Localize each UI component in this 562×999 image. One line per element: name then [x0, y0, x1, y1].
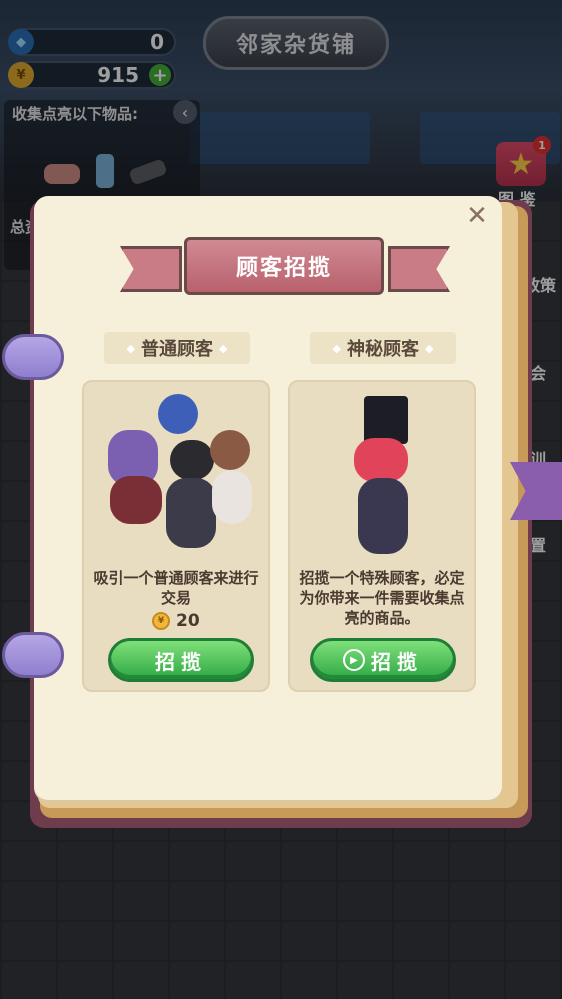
normal-customer-tag: ◆ 普通顾客 ◆: [104, 332, 250, 364]
diamond-dot-icon: ◆: [425, 341, 434, 355]
diamond-dot-icon: ◆: [332, 341, 341, 355]
normal-customer-label: 普通顾客: [141, 339, 213, 360]
coin-icon: ¥: [152, 612, 170, 630]
dialog-title: 顾客招揽: [184, 237, 384, 295]
book-tab: [2, 632, 64, 678]
recruit-normal-button[interactable]: 招揽: [108, 638, 254, 682]
recruit-mystery-button[interactable]: ▶ 招揽: [310, 638, 456, 682]
diamond-dot-icon: ◆: [219, 341, 228, 355]
diamond-dot-icon: ◆: [126, 341, 135, 355]
price-value: 20: [176, 611, 200, 631]
mystery-customer-description: 招揽一个特殊顾客，必定为你带来一件需要收集点亮的商品。: [299, 569, 465, 627]
play-video-icon: ▶: [343, 649, 365, 671]
red-hair: [354, 438, 408, 482]
red-coat-character: [110, 476, 162, 524]
dark-coat: [358, 478, 408, 554]
recruit-button-label: 招揽: [155, 649, 207, 674]
top-hat: [364, 396, 408, 444]
normal-customer-description: 吸引一个普通顾客来进行交易: [93, 569, 259, 607]
book-tab: [2, 334, 64, 380]
white-shirt-body: [212, 470, 252, 524]
glasses-man-character: [170, 440, 214, 480]
suit-body: [166, 478, 216, 548]
brown-hair-character: [210, 430, 250, 470]
close-icon[interactable]: ✕: [464, 201, 490, 231]
blue-hair-character: [158, 394, 198, 434]
mystery-customer-tag: ◆ 神秘顾客 ◆: [310, 332, 456, 364]
price-label: ¥ 20: [152, 611, 200, 631]
mystery-customer-label: 神秘顾客: [347, 339, 419, 360]
recruit-button-label: 招揽: [371, 649, 423, 674]
